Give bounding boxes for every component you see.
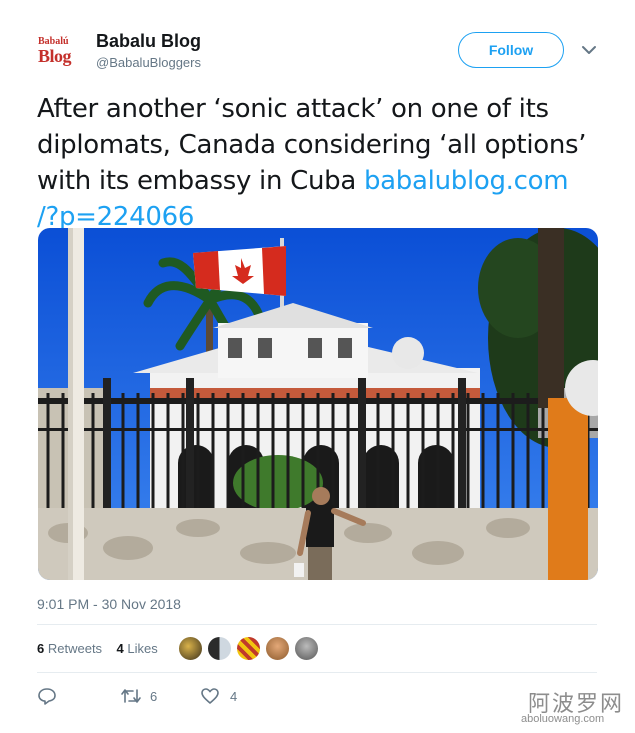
tweet-card: Babalú Blog Babalu Blog @BabaluBloggers … (0, 0, 635, 733)
likes-label[interactable]: Likes (127, 641, 157, 656)
like-count: 4 (230, 689, 238, 704)
tweet-text: After another ‘sonic attack’ on one of i… (37, 91, 602, 235)
reply-icon (38, 688, 56, 705)
liker-avatar[interactable] (178, 636, 203, 661)
chevron-down-icon[interactable] (580, 42, 598, 58)
divider (37, 672, 597, 673)
liker-avatar[interactable] (294, 636, 319, 661)
tweet-photo[interactable] (38, 228, 598, 580)
author-avatar[interactable]: Babalú Blog (36, 28, 84, 76)
retweet-icon (121, 689, 141, 703)
tweet-timestamp[interactable]: 9:01 PM - 30 Nov 2018 (37, 596, 181, 612)
watermark-url: aboluowang.com (521, 713, 605, 725)
engagement-stats: 6 Retweets 4 Likes (37, 641, 158, 656)
author-display-name[interactable]: Babalu Blog (96, 31, 201, 52)
liker-avatar[interactable] (207, 636, 232, 661)
avatar-logo-line2: Blog (38, 46, 72, 66)
retweets-count[interactable]: 6 (37, 641, 44, 656)
liker-avatar[interactable] (265, 636, 290, 661)
author-handle[interactable]: @BabaluBloggers (96, 55, 201, 70)
heart-icon (201, 688, 219, 704)
retweet-count: 6 (150, 689, 158, 704)
likes-count[interactable]: 4 (117, 641, 124, 656)
divider (37, 624, 597, 625)
follow-button[interactable]: Follow (458, 32, 564, 68)
embassy-photo-icon (38, 228, 598, 580)
retweets-label[interactable]: Retweets (48, 641, 102, 656)
liker-avatar[interactable] (236, 636, 261, 661)
